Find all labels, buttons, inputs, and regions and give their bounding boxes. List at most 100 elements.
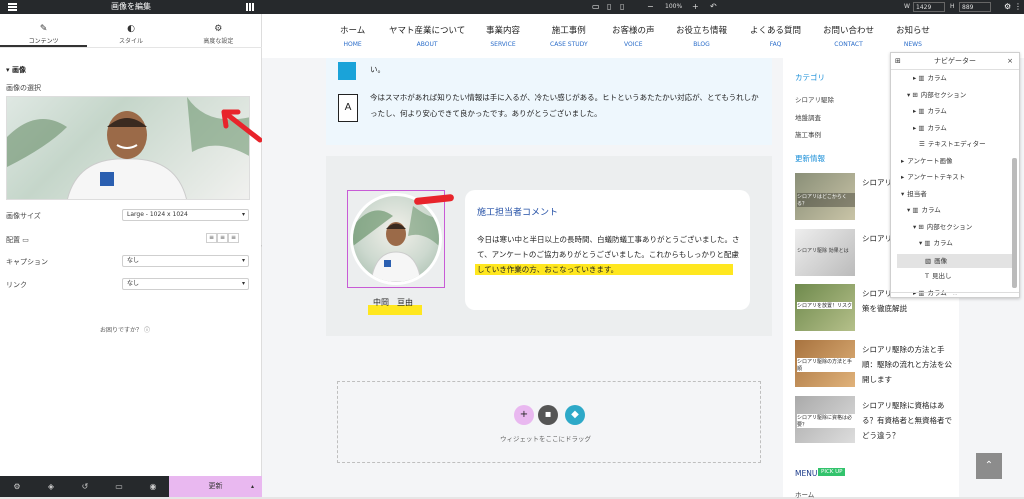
width-label: W: [904, 3, 910, 10]
align-center-icon[interactable]: ≡: [217, 233, 228, 243]
tree-node-icon: T: [925, 272, 929, 280]
news-title[interactable]: シロアリ駆除の方法と手順：駆除の流れと方法を公開します: [862, 342, 958, 387]
navigator-item[interactable]: ▸ ▥ カラム: [913, 72, 947, 82]
navigator-item[interactable]: ▸ アンケート画像: [901, 155, 953, 165]
navigator-item[interactable]: ▧ 画像: [897, 253, 1014, 268]
field-label-link: リンク: [6, 281, 27, 289]
kit-cube-icon[interactable]: ◆: [565, 405, 585, 425]
nav-item-about[interactable]: ヤマト産業について ABOUT: [389, 24, 465, 48]
navigator-item[interactable]: ▸ ▥ カラム: [913, 122, 947, 132]
tree-node-icon: ▸ ▥: [913, 107, 925, 115]
grid-icon[interactable]: [246, 3, 254, 11]
nav-item-faq[interactable]: よくある質問 FAQ: [750, 24, 801, 48]
tree-node-icon: ▧: [925, 256, 932, 265]
field-label-align: 配置 ▭: [6, 236, 29, 244]
navigator-header[interactable]: ⊞ ナビゲーター ×: [891, 53, 1019, 70]
nav-item-contact[interactable]: お問い合わせ CONTACT: [823, 24, 874, 48]
more-icon[interactable]: ⋮: [1014, 2, 1022, 11]
category-link[interactable]: 地盤調査: [795, 112, 821, 122]
navigator-item[interactable]: ☰ テキストエディター: [919, 138, 986, 148]
link-select[interactable]: なし ▾: [122, 278, 249, 290]
field-label-size: 画像サイズ: [6, 212, 41, 220]
undo-icon[interactable]: ↶: [710, 2, 717, 11]
navigator-item[interactable]: ▾ ▥ カラム: [919, 237, 953, 247]
responsive-icon[interactable]: ▭: [102, 482, 136, 491]
nav-item-service[interactable]: 事業内容 SERVICE: [486, 24, 520, 48]
tab-content[interactable]: ✎ コンテンツ: [0, 22, 88, 47]
navigator-item[interactable]: ▾ ⊞ 内部セクション: [913, 221, 972, 231]
gear-icon[interactable]: ⚙: [1004, 2, 1011, 11]
history-icon[interactable]: ↺: [68, 482, 102, 491]
menu-item[interactable]: ホーム: [795, 489, 814, 499]
red-arrow-annotation: [221, 109, 263, 143]
tree-node-icon: ▸: [901, 173, 905, 181]
nav-item-news[interactable]: お知らせ NEWS: [896, 24, 930, 48]
news-thumbnail[interactable]: シロアリを放置！リスク: [795, 284, 855, 331]
review-text: 今はスマホがあれば知りたい情報は手に入るが、冷たい感じがある。ヒトというあたたか…: [370, 93, 759, 118]
tree-node-label: 担当者: [907, 189, 927, 198]
navigator-item[interactable]: ▸ ▥ カラム: [913, 105, 947, 115]
top-toolbar: ▭ ▯ ▯ − 100% + ↶ W 1429 H 889 ⚙ ⋮: [262, 0, 1024, 14]
close-icon[interactable]: ×: [1007, 53, 1013, 70]
category-heading: カテゴリ: [795, 73, 825, 82]
help-link[interactable]: お困りですか？ ⓘ: [100, 325, 150, 334]
mobile-view-icon[interactable]: ▯: [620, 2, 624, 11]
navigator-item[interactable]: ▾ ▥ カラム: [907, 204, 941, 214]
staff-name: 中岡 亘由: [373, 298, 413, 307]
resize-handle[interactable]: ···: [891, 292, 1019, 298]
align-left-icon[interactable]: ≡: [206, 233, 217, 243]
tablet-view-icon[interactable]: ▯: [607, 2, 611, 11]
add-section-icon[interactable]: +: [514, 405, 534, 425]
preview-eye-icon[interactable]: ◉: [136, 482, 170, 491]
news-thumbnail[interactable]: シロアリ駆除 効果とは: [795, 229, 855, 276]
chevron-down-icon: ▾: [241, 257, 245, 264]
scroll-top-button[interactable]: ⌃: [976, 453, 1002, 479]
expand-icon[interactable]: ⊞: [895, 53, 901, 70]
nav-item-home[interactable]: ホーム HOME: [340, 24, 365, 48]
navigator-scrollbar[interactable]: [1012, 158, 1017, 288]
navigator-item[interactable]: ▸ アンケートテキスト: [901, 171, 965, 181]
question-badge: [338, 62, 356, 80]
tab-style[interactable]: ◐ スタイル: [87, 22, 174, 47]
align-right-icon[interactable]: ≡: [228, 233, 239, 243]
layers-icon[interactable]: ◈: [34, 482, 68, 491]
menu-label: MENU: [795, 469, 818, 478]
hamburger-icon[interactable]: [8, 3, 17, 11]
tree-node-label: 画像: [934, 256, 948, 265]
tree-node-label: カラム: [927, 107, 947, 115]
news-thumbnail[interactable]: シロアリはどこからくる？: [795, 173, 855, 220]
category-link[interactable]: シロアリ駆除: [795, 94, 834, 104]
field-label-caption: キャプション: [6, 258, 48, 266]
panel-tabs: ✎ コンテンツ ◐ スタイル ⚙ 高度な設定: [0, 22, 262, 48]
tree-node-label: カラム: [933, 239, 953, 247]
nav-item-case-study[interactable]: 施工事例 CASE STUDY: [550, 24, 588, 48]
zoom-in-icon[interactable]: +: [692, 2, 699, 11]
question-icon: ⓘ: [143, 327, 150, 334]
tree-node-label: カラム: [927, 123, 947, 132]
zoom-out-icon[interactable]: −: [647, 2, 654, 11]
update-button[interactable]: 更新 ▴: [169, 476, 262, 497]
tab-advanced[interactable]: ⚙ 高度な設定: [175, 22, 262, 47]
review-fragment: い。: [370, 65, 385, 74]
tree-node-label: 内部セクション: [926, 222, 973, 231]
category-link[interactable]: 施工事例: [795, 129, 821, 139]
news-thumbnail[interactable]: シロアリ駆除に資格は必要？: [795, 396, 855, 443]
news-title[interactable]: シロアリ駆除に資格はある？有資格者と無資格者でどう違う？: [862, 398, 958, 443]
nav-item-blog[interactable]: お役立ち情報 BLOG: [676, 24, 727, 48]
height-input[interactable]: 889: [959, 2, 991, 12]
chevron-down-icon: ▾: [241, 211, 245, 218]
navigator-item[interactable]: ▾ 担当者: [901, 188, 927, 198]
width-input[interactable]: 1429: [913, 2, 945, 12]
settings-icon[interactable]: ⚙: [0, 482, 34, 491]
news-thumbnail[interactable]: シロアリ駆除の方法と手順: [795, 340, 855, 387]
template-folder-icon[interactable]: ▪: [538, 405, 558, 425]
staff-photo[interactable]: [347, 190, 445, 288]
nav-item-voice[interactable]: お客様の声 VOICE: [612, 24, 655, 48]
panel-title: 画像を編集: [111, 2, 151, 11]
navigator-item[interactable]: T 見出し: [925, 270, 951, 280]
desktop-view-icon[interactable]: ▭: [592, 2, 600, 11]
caption-select[interactable]: なし ▾: [122, 255, 249, 267]
navigator-item[interactable]: ▾ ⊞ 内部セクション: [907, 89, 966, 99]
section-title[interactable]: ▾ 画像: [6, 65, 26, 75]
image-size-select[interactable]: Large - 1024 x 1024 ▾: [122, 209, 249, 221]
